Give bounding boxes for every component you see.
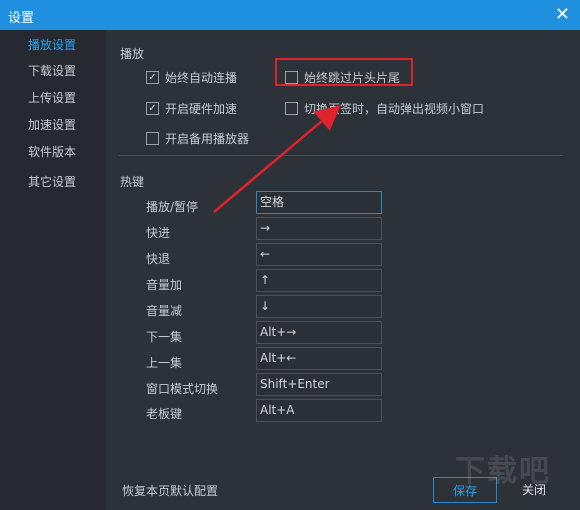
hotkey-label-play-pause: 播放/暂停 — [146, 200, 199, 214]
hotkey-label-rewind: 快退 — [146, 252, 171, 266]
sidebar-item-other[interactable]: 其它设置 — [28, 173, 76, 190]
hotkey-input-play-pause[interactable]: 空格 — [256, 191, 382, 214]
hardware-accel-label: 开启硬件加速 — [165, 102, 238, 116]
sidebar-item-playback[interactable]: 播放设置 — [28, 36, 76, 53]
check-icon: ✓ — [146, 71, 159, 84]
close-icon[interactable]: ✕ — [555, 4, 570, 25]
reset-defaults-link[interactable]: 恢复本页默认配置 — [122, 482, 218, 499]
checkbox-empty-icon — [146, 132, 159, 145]
hotkey-label-next: 下一集 — [146, 330, 183, 344]
window-title: 设置 — [8, 11, 35, 26]
hotkey-label-forward: 快进 — [146, 226, 171, 240]
backup-player-label: 开启备用播放器 — [165, 132, 250, 146]
hotkey-label-window-mode: 窗口模式切换 — [146, 382, 219, 396]
hotkey-input-window-mode[interactable]: Shift+Enter — [256, 373, 382, 396]
hotkey-label-volume-down: 音量减 — [146, 304, 183, 318]
playback-section-title: 播放 — [120, 47, 145, 61]
title-bar: 设置 ✕ — [0, 0, 580, 30]
sidebar-item-download[interactable]: 下载设置 — [28, 62, 76, 79]
hotkey-label-previous: 上一集 — [146, 356, 183, 370]
hotkey-input-volume-down[interactable]: ↓ — [256, 295, 382, 318]
mini-window-checkbox[interactable]: 切换页签时，自动弹出视频小窗口 — [285, 100, 484, 117]
autoplay-label: 始终自动连播 — [165, 71, 238, 85]
checkbox-empty-icon — [285, 102, 298, 115]
mini-window-label: 切换页签时，自动弹出视频小窗口 — [304, 102, 485, 116]
hotkey-input-rewind[interactable]: ← — [256, 243, 382, 266]
hotkey-label-boss-key: 老板键 — [146, 407, 183, 421]
hotkeys-section-title: 热键 — [120, 175, 145, 189]
hotkey-input-forward[interactable]: → — [256, 217, 382, 240]
check-icon: ✓ — [146, 102, 159, 115]
highlight-box — [275, 58, 413, 86]
hotkey-input-previous[interactable]: Alt+← — [256, 347, 382, 370]
sidebar: 播放设置 下载设置 上传设置 加速设置 软件版本 其它设置 — [0, 30, 106, 510]
hotkey-input-next[interactable]: Alt+→ — [256, 321, 382, 344]
hotkey-label-volume-up: 音量加 — [146, 278, 183, 292]
watermark: 下载吧 — [455, 454, 551, 489]
sidebar-item-acceleration[interactable]: 加速设置 — [28, 116, 76, 133]
hotkey-input-volume-up[interactable]: ↑ — [256, 269, 382, 292]
sidebar-item-upload[interactable]: 上传设置 — [28, 89, 76, 106]
hardware-accel-checkbox[interactable]: ✓ 开启硬件加速 — [146, 100, 237, 117]
section-divider — [118, 155, 563, 156]
autoplay-checkbox[interactable]: ✓ 始终自动连播 — [146, 69, 237, 86]
hotkey-input-boss-key[interactable]: Alt+A — [256, 399, 382, 422]
backup-player-checkbox[interactable]: 开启备用播放器 — [146, 130, 249, 147]
sidebar-item-version[interactable]: 软件版本 — [28, 143, 76, 160]
